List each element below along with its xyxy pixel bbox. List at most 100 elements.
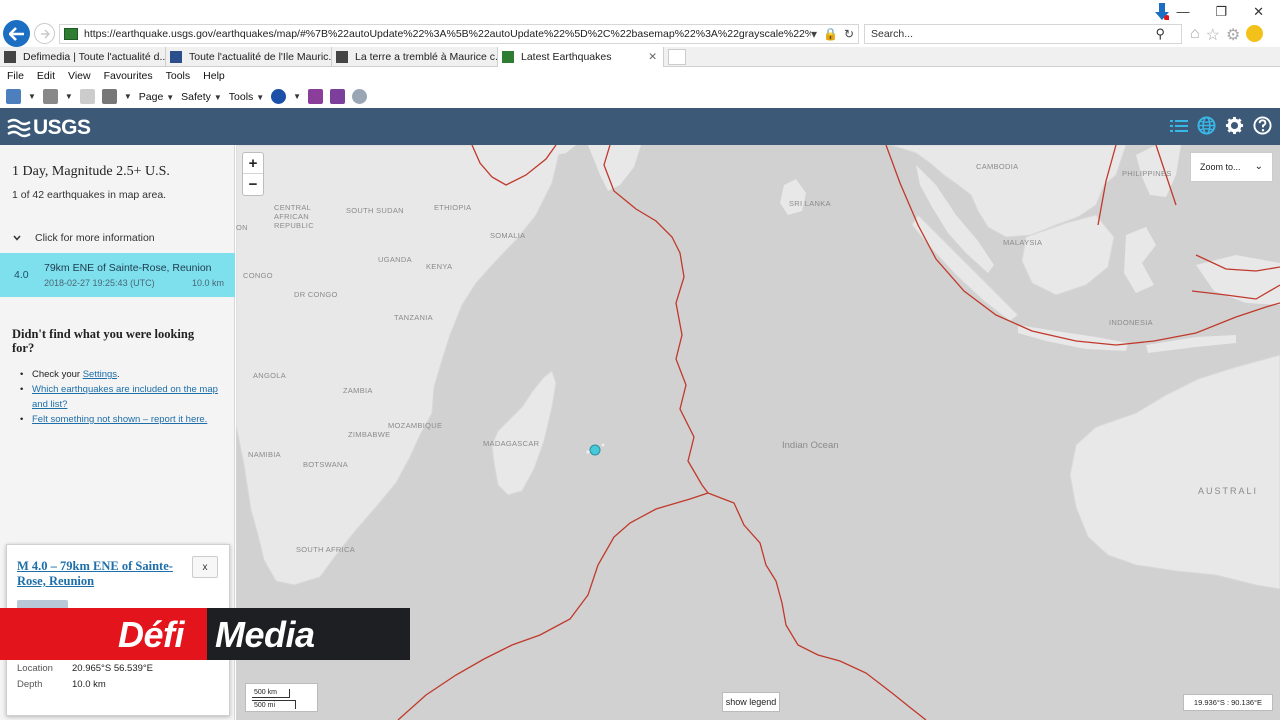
page-menu-label: Page bbox=[138, 90, 164, 103]
menu-bar: File Edit View Favourites Tools Help bbox=[0, 67, 1280, 85]
tab-favicon-icon bbox=[336, 51, 348, 63]
more-info-toggle[interactable]: Click for more information bbox=[0, 225, 235, 250]
map-label-kenya: KENYA bbox=[426, 262, 453, 271]
map-label-zimbabwe: ZIMBABWE bbox=[348, 430, 391, 439]
menu-favourites[interactable]: Favourites bbox=[104, 70, 153, 82]
menu-view[interactable]: View bbox=[68, 70, 91, 82]
usgs-logo[interactable]: USGS bbox=[7, 116, 91, 140]
feedback-smiley-icon[interactable] bbox=[1246, 25, 1264, 42]
map-label-uganda: UGANDA bbox=[378, 255, 412, 264]
earthquake-time: 2018-02-27 19:25:43 (UTC) bbox=[44, 278, 155, 288]
chevron-down-icon bbox=[13, 235, 21, 241]
menu-edit[interactable]: Edit bbox=[37, 70, 55, 82]
map-label-south-sudan: SOUTH SUDAN bbox=[346, 206, 404, 215]
tab-strip: Defimedia | Toute l'actualité d... Toute… bbox=[0, 47, 1280, 67]
list-view-icon[interactable] bbox=[1170, 119, 1188, 133]
map-label-mozambique: MOZAMBIQUE bbox=[388, 421, 443, 430]
dropdown-icon[interactable]: ▾ bbox=[811, 27, 817, 41]
home-cmd-icon[interactable] bbox=[6, 89, 21, 104]
usgs-logo-text: USGS bbox=[33, 116, 91, 139]
map-label-malaysia: MALAYSIA bbox=[1003, 238, 1043, 247]
menu-tools[interactable]: Tools bbox=[166, 70, 191, 82]
help-circle-icon[interactable] bbox=[271, 89, 287, 104]
cursor-coordinates: 19.936°S : 90.136°E bbox=[1183, 694, 1273, 711]
forward-button[interactable] bbox=[34, 23, 55, 44]
map-label-somalia: SOMALIA bbox=[490, 231, 526, 240]
home-icon[interactable]: ⌂ bbox=[1190, 25, 1200, 45]
tab-defimedia[interactable]: Defimedia | Toute l'actualité d... bbox=[0, 47, 166, 67]
zoom-to-select[interactable]: Zoom to... ⌄ bbox=[1190, 152, 1273, 182]
help-icon[interactable] bbox=[1253, 116, 1272, 135]
url-text: https://earthquake.usgs.gov/earthquakes/… bbox=[84, 28, 811, 40]
earthquake-list-item[interactable]: 4.0 79km ENE of Sainte-Rose, Reunion 201… bbox=[0, 253, 235, 297]
map-globe-icon[interactable] bbox=[1197, 116, 1216, 135]
zoom-out-button[interactable]: − bbox=[243, 174, 263, 195]
page-menu[interactable]: Page ▼ bbox=[139, 91, 174, 103]
site-favicon-icon bbox=[64, 28, 78, 40]
help-item-settings: Check your Settings. bbox=[20, 367, 225, 382]
earthquake-magnitude: 4.0 bbox=[14, 269, 29, 281]
help-list: Check your Settings. Which earthquakes a… bbox=[20, 367, 225, 427]
favorites-star-icon[interactable]: ☆ bbox=[1206, 25, 1220, 45]
map-label-congo: CONGO bbox=[243, 271, 273, 280]
tools-menu[interactable]: Tools ▼ bbox=[229, 91, 264, 103]
tab-terre-tremble[interactable]: La terre a tremblé à Maurice c... bbox=[332, 47, 498, 67]
defi-logo-text: Défi bbox=[118, 614, 185, 655]
read-mail-icon[interactable] bbox=[79, 89, 95, 104]
onenote-icon[interactable] bbox=[308, 89, 324, 104]
close-tab-icon[interactable]: ✕ bbox=[638, 51, 657, 63]
settings-icon[interactable] bbox=[1225, 116, 1244, 135]
tab-ile-maurice[interactable]: Toute l'actualité de l'Ile Mauric... bbox=[166, 47, 332, 67]
close-window-icon[interactable]: ✕ bbox=[1253, 4, 1264, 20]
media-logo-text: Media bbox=[215, 614, 315, 655]
land-timor bbox=[1146, 335, 1236, 353]
minimize-icon[interactable]: — bbox=[1176, 4, 1189, 20]
tab-label: Defimedia | Toute l'actualité d... bbox=[23, 51, 166, 63]
settings-link[interactable]: Settings bbox=[83, 369, 117, 380]
map-label-namibia: NAMIBIA bbox=[248, 450, 281, 459]
search-icon[interactable]: ⚲ bbox=[1155, 26, 1165, 42]
chevron-down-icon: ⌄ bbox=[1254, 161, 1263, 172]
refresh-icon[interactable]: ↻ bbox=[844, 27, 854, 41]
popup-title-link[interactable]: M 4.0 – 79km ENE of Sainte-Rose, Reunion bbox=[17, 559, 177, 589]
tab-favicon-icon bbox=[502, 51, 514, 63]
search-placeholder: Search... bbox=[871, 28, 914, 40]
back-button[interactable] bbox=[3, 20, 30, 47]
map-label-ethiopia: ETHIOPIA bbox=[434, 203, 472, 212]
menu-help[interactable]: Help bbox=[203, 70, 225, 82]
report-felt-link[interactable]: Felt something not shown – report it her… bbox=[32, 414, 207, 425]
new-tab-button[interactable] bbox=[668, 49, 686, 65]
menu-file[interactable]: File bbox=[7, 70, 24, 82]
zoom-in-button[interactable]: + bbox=[243, 153, 263, 174]
land-java bbox=[1018, 325, 1128, 351]
earthquake-marker[interactable] bbox=[586, 443, 605, 456]
help-item-included: Which earthquakes are included on the ma… bbox=[20, 382, 225, 412]
settings-gear-icon[interactable]: ⚙ bbox=[1226, 25, 1240, 45]
tab-label: Latest Earthquakes bbox=[521, 51, 612, 63]
print-icon[interactable] bbox=[101, 89, 117, 104]
land-sulawesi bbox=[1124, 227, 1156, 293]
feeds-icon[interactable] bbox=[42, 89, 58, 104]
map-label-sri-lanka: SRI LANKA bbox=[789, 199, 831, 208]
addon-gear-icon[interactable] bbox=[352, 89, 368, 104]
show-legend-button[interactable]: show legend bbox=[722, 692, 780, 712]
map-label-botswana: BOTSWANA bbox=[303, 460, 349, 469]
popup-close-button[interactable]: x bbox=[192, 556, 218, 578]
help-check-text: Check your bbox=[32, 369, 81, 380]
download-icon[interactable] bbox=[1155, 3, 1169, 21]
search-input[interactable]: Search... ⚲ bbox=[864, 24, 1182, 44]
map-label-on: ON bbox=[236, 223, 248, 232]
map-label-madagascar: MADAGASCAR bbox=[483, 439, 540, 448]
safety-menu[interactable]: Safety ▼ bbox=[181, 91, 222, 103]
restore-icon[interactable]: ❐ bbox=[1215, 4, 1227, 20]
included-earthquakes-link[interactable]: Which earthquakes are included on the ma… bbox=[32, 384, 218, 410]
depth-label: Depth bbox=[17, 679, 43, 690]
onenote-linked-icon[interactable] bbox=[330, 89, 346, 104]
tab-label: Toute l'actualité de l'Ile Mauric... bbox=[189, 51, 332, 63]
url-field[interactable]: https://earthquake.usgs.gov/earthquakes/… bbox=[59, 24, 859, 44]
tab-latest-earthquakes[interactable]: Latest Earthquakes ✕ bbox=[498, 47, 664, 67]
plate-boundary bbox=[397, 492, 709, 720]
more-info-label: Click for more information bbox=[35, 231, 155, 244]
help-item-felt: Felt something not shown – report it her… bbox=[20, 412, 225, 427]
popup-location-row: Location 20.965°S 56.539°E bbox=[17, 663, 153, 674]
